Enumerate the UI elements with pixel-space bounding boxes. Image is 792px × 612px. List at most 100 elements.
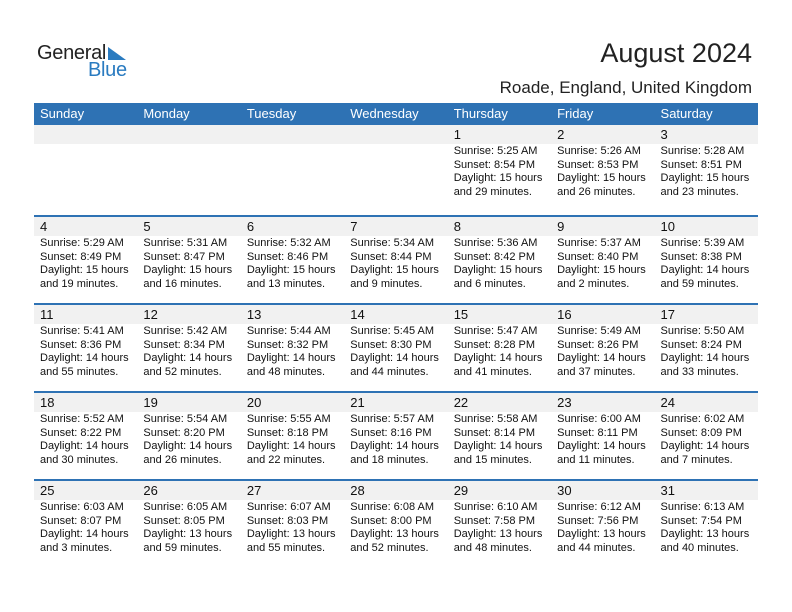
day-cell: 31 Sunrise: 6:13 AM Sunset: 7:54 PM Dayligh… [654,481,758,567]
daylight-minutes: and 41 minutes. [453,365,532,378]
day-number: 24 [654,393,758,412]
daylight-hours: Daylight: 14 hours [40,440,129,452]
daylight-minutes: and 11 minutes. [557,453,635,466]
sunrise-time: Sunrise: 6:02 AM [660,413,745,425]
day-info: Sunrise: 5:29 AM Sunset: 8:49 PM Daylight:… [34,236,137,291]
day-number: 8 [447,217,552,236]
daylight-minutes: and 3 minutes. [40,541,113,554]
day-info: Sunrise: 6:12 AM Sunset: 7:56 PM Daylight:… [551,500,654,555]
sunset-time: Sunset: 8:40 PM [557,250,639,263]
sunrise-time: Sunrise: 5:52 AM [40,413,124,425]
day-info: Sunrise: 6:00 AM Sunset: 8:11 PM Daylight:… [551,412,654,467]
daylight-hours: Daylight: 13 hours [350,528,439,540]
day-number: 3 [654,125,758,144]
day-cell: 6 Sunrise: 5:32 AM Sunset: 8:46 PM Daylight… [240,217,345,303]
sunrise-time: Sunrise: 6:05 AM [143,501,228,513]
day-number: 10 [654,217,758,236]
day-number: 21 [344,393,448,412]
sunset-time: Sunset: 8:34 PM [143,338,225,351]
day-number: 7 [344,217,448,236]
day-cell: 22 Sunrise: 5:58 AM Sunset: 8:14 PM Dayligh… [447,393,552,479]
sunset-time: Sunset: 8:36 PM [40,338,122,351]
daylight-minutes: and 15 minutes. [453,453,532,466]
sunset-time: Sunset: 7:54 PM [660,514,742,527]
day-cell: 9 Sunrise: 5:37 AM Sunset: 8:40 PM Daylight… [551,217,655,303]
day-info: Sunrise: 5:44 AM Sunset: 8:32 PM Daylight:… [241,324,344,379]
day-number: 17 [654,305,758,324]
day-number: 29 [447,481,552,500]
week-row: 25 Sunrise: 6:03 AM Sunset: 8:07 PM Dayligh… [34,479,758,567]
daylight-hours: Daylight: 15 hours [453,264,543,276]
daylight-minutes: and 44 minutes. [557,541,636,554]
daylight-hours: Daylight: 14 hours [557,352,646,364]
sunset-time: Sunset: 8:11 PM [557,426,638,439]
daylight-hours: Daylight: 14 hours [453,352,543,364]
daylight-hours: Daylight: 14 hours [660,440,750,452]
week-row: 1 Sunrise: 5:25 AM Sunset: 8:54 PM Daylight… [34,125,758,215]
sunset-time: Sunset: 8:32 PM [246,338,329,351]
day-info: Sunrise: 5:54 AM Sunset: 8:20 PM Daylight:… [137,412,240,467]
day-cell: 15 Sunrise: 5:47 AM Sunset: 8:28 PM Dayligh… [447,305,552,391]
day-info: Sunrise: 5:47 AM Sunset: 8:28 PM Daylight:… [448,324,551,379]
sunrise-time: Sunrise: 5:37 AM [557,237,641,249]
sunset-time: Sunset: 8:26 PM [557,338,639,351]
daylight-hours: Daylight: 14 hours [246,440,336,452]
sunset-time: Sunset: 8:28 PM [453,338,536,351]
daylight-hours: Daylight: 13 hours [246,528,336,540]
day-cell: 7 Sunrise: 5:34 AM Sunset: 8:44 PM Daylight… [344,217,448,303]
day-cell: 2 Sunrise: 5:26 AM Sunset: 8:53 PM Daylight… [551,125,655,215]
sunrise-time: Sunrise: 5:57 AM [350,413,435,425]
day-number: 4 [34,217,138,236]
day-info: Sunrise: 5:41 AM Sunset: 8:36 PM Daylight:… [34,324,137,379]
week-row: 18 Sunrise: 5:52 AM Sunset: 8:22 PM Dayligh… [34,391,758,479]
sunset-time: Sunset: 8:14 PM [453,426,536,439]
day-number: 11 [34,305,138,324]
daylight-hours: Daylight: 14 hours [246,352,336,364]
day-number: 9 [551,217,655,236]
day-number [240,125,345,144]
sunset-time: Sunset: 8:00 PM [350,514,432,527]
daylight-minutes: and 18 minutes. [350,453,429,466]
day-info: Sunrise: 5:34 AM Sunset: 8:44 PM Daylight:… [344,236,447,291]
weekday-sunday: Sunday [40,106,85,121]
day-info: Sunrise: 5:25 AM Sunset: 8:54 PM Daylight:… [448,144,551,199]
day-number: 26 [137,481,241,500]
day-info: Sunrise: 5:31 AM Sunset: 8:47 PM Daylight:… [137,236,240,291]
day-info: Sunrise: 6:07 AM Sunset: 8:03 PM Daylight:… [241,500,344,555]
daylight-hours: Daylight: 15 hours [660,172,750,184]
sunset-time: Sunset: 8:03 PM [246,514,329,527]
sunrise-time: Sunrise: 5:47 AM [453,325,538,337]
sunset-time: Sunset: 8:20 PM [143,426,225,439]
daylight-hours: Daylight: 14 hours [350,352,439,364]
day-info: Sunrise: 5:58 AM Sunset: 8:14 PM Daylight:… [448,412,551,467]
daylight-hours: Daylight: 14 hours [350,440,439,452]
day-info: Sunrise: 5:39 AM Sunset: 8:38 PM Daylight:… [655,236,758,291]
day-number: 23 [551,393,655,412]
day-info: Sunrise: 5:49 AM Sunset: 8:26 PM Daylight:… [551,324,654,379]
sunrise-time: Sunrise: 5:31 AM [143,237,228,249]
week-row: 11 Sunrise: 5:41 AM Sunset: 8:36 PM Dayligh… [34,303,758,391]
day-number: 30 [551,481,655,500]
sunrise-time: Sunrise: 6:00 AM [557,413,641,425]
day-info: Sunrise: 5:45 AM Sunset: 8:30 PM Daylight:… [344,324,447,379]
day-cell: 17 Sunrise: 5:50 AM Sunset: 8:24 PM Dayligh… [654,305,758,391]
day-info: Sunrise: 6:13 AM Sunset: 7:54 PM Daylight:… [655,500,758,555]
weekday-thursday: Thursday [453,106,508,121]
day-cell: 20 Sunrise: 5:55 AM Sunset: 8:18 PM Dayligh… [240,393,345,479]
sunset-time: Sunset: 8:51 PM [660,158,742,171]
daylight-hours: Daylight: 13 hours [660,528,750,540]
sunset-time: Sunset: 8:30 PM [350,338,432,351]
day-number: 14 [344,305,448,324]
day-number: 22 [447,393,552,412]
weeks-container: 1 Sunrise: 5:25 AM Sunset: 8:54 PM Daylight… [34,125,758,567]
daylight-minutes: and 52 minutes. [143,365,222,378]
daylight-hours: Daylight: 15 hours [350,264,439,276]
day-number [344,125,448,144]
sunset-time: Sunset: 8:22 PM [40,426,122,439]
weekday-wednesday: Wednesday [350,106,419,121]
day-info: Sunrise: 5:37 AM Sunset: 8:40 PM Daylight:… [551,236,654,291]
daylight-minutes: and 40 minutes. [660,541,739,554]
day-cell: 16 Sunrise: 5:49 AM Sunset: 8:26 PM Dayligh… [551,305,655,391]
daylight-minutes: and 2 minutes. [557,277,630,290]
daylight-minutes: and 48 minutes. [246,365,326,378]
